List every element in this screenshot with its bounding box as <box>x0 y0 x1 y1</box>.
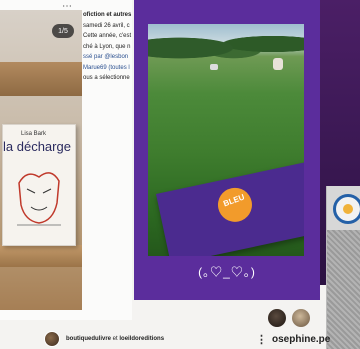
story-caption: (｡♡_♡｡) <box>198 265 256 279</box>
logo-badge <box>333 194 360 224</box>
author-avatar[interactable] <box>44 331 60 347</box>
carousel-page-badge: 1/5 <box>52 24 74 38</box>
username-and: et <box>112 336 118 342</box>
more-icon: ⋯ <box>62 1 72 12</box>
caption-line: ous a sélectionne <box>83 75 130 81</box>
more-options-icon[interactable]: ⋮ <box>256 333 267 346</box>
caption-line: ché à Lyon, que n <box>83 43 131 50</box>
author-names: boutiquedulivre et loeildoreditions <box>66 336 164 342</box>
logo-center <box>343 204 353 214</box>
person-on-grass <box>273 58 283 70</box>
story-book: BLEU <box>156 160 304 256</box>
caption-mention[interactable]: Marue69 (toutes l <box>83 63 132 74</box>
caption-line: Cette année, c'est <box>83 33 132 39</box>
book-author: Lisa Bark <box>21 131 47 137</box>
username-2[interactable]: loeildoreditions <box>119 336 164 342</box>
story-card[interactable]: BLEU (｡♡_♡｡) <box>134 0 320 300</box>
post-card-left[interactable]: Lisa Bark la décharge 1/5 ⋯ ofiction et … <box>0 0 132 320</box>
person-distant <box>210 64 218 70</box>
story-photo: BLEU <box>148 24 304 256</box>
caption-line: ofiction et autres <box>83 12 132 18</box>
post-authors[interactable]: boutiquedulivre et loeildoreditions <box>44 331 164 347</box>
book-illustration <box>17 172 61 226</box>
caption-mention[interactable]: ssé par @lesbon <box>83 52 132 63</box>
thumbnail-texture <box>327 230 360 349</box>
right-avatars <box>268 309 310 327</box>
post-caption: ofiction et autres samedi 26 avril, c Ce… <box>83 10 132 90</box>
post-menu-button[interactable]: ⋯ <box>62 0 72 14</box>
post-thumbnail-right[interactable] <box>326 186 360 349</box>
table <box>0 245 82 267</box>
right-username[interactable]: osephine.pe <box>272 334 330 345</box>
user-avatar[interactable] <box>292 309 310 327</box>
user-avatar[interactable] <box>268 309 286 327</box>
username-1[interactable]: boutiquedulivre <box>66 336 111 342</box>
shelf <box>0 62 82 96</box>
book-cover: Lisa Bark la décharge <box>2 124 76 246</box>
book-title: la décharge <box>3 139 71 154</box>
caption-line: samedi 26 avril, c <box>83 22 130 29</box>
